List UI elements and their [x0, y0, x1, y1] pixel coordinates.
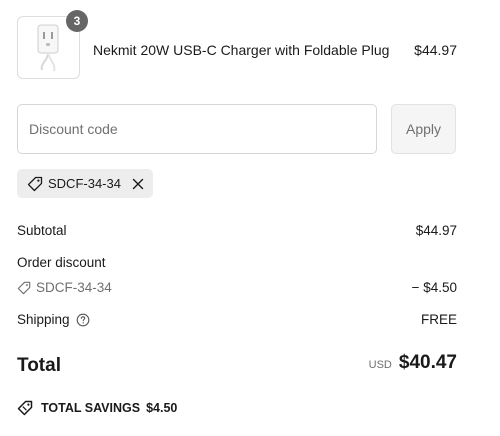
product-thumbnail: 3: [17, 10, 88, 79]
shipping-value: FREE: [420, 312, 457, 327]
shipping-label: Shipping: [17, 312, 70, 327]
shipping-row: Shipping FREE: [17, 312, 457, 327]
discount-detail-row: SDCF-34-34 − $4.50: [17, 280, 457, 295]
total-savings-amount: $4.50: [146, 401, 178, 415]
total-label: Total: [17, 355, 61, 376]
tag-icon: [17, 281, 31, 294]
currency-code: USD: [368, 359, 392, 371]
subtotal-row: Subtotal $44.97: [17, 223, 457, 238]
subtotal-value: $44.97: [415, 223, 457, 238]
line-item: 3 Nekmit 20W USB-C Charger with Foldable…: [17, 10, 457, 80]
product-price: $44.97: [414, 42, 457, 58]
discount-amount: − $4.50: [411, 280, 457, 295]
total-amount: $40.47: [398, 352, 457, 373]
savings-tag-icon: [17, 400, 33, 416]
discount-code-label: SDCF-34-34: [36, 280, 112, 295]
order-discount-label: Order discount: [17, 255, 106, 270]
subtotal-label: Subtotal: [17, 223, 67, 238]
order-discount-row: Order discount: [17, 255, 457, 270]
total-savings-label: TOTAL SAVINGS: [41, 401, 141, 415]
product-name: Nekmit 20W USB-C Charger with Foldable P…: [93, 42, 390, 58]
applied-code-label: SDCF-34-34: [48, 176, 121, 191]
close-icon[interactable]: [131, 177, 145, 191]
quantity-badge: 3: [66, 10, 88, 32]
apply-discount-button[interactable]: Apply: [391, 104, 456, 154]
applied-discount-chip: SDCF-34-34: [17, 169, 153, 198]
total-row: Total USD $40.47: [17, 352, 457, 380]
help-circle-icon[interactable]: [76, 313, 90, 327]
tag-icon: [27, 176, 43, 191]
total-savings: TOTAL SAVINGS $4.50: [17, 400, 177, 416]
discount-code-input[interactable]: [17, 104, 377, 154]
